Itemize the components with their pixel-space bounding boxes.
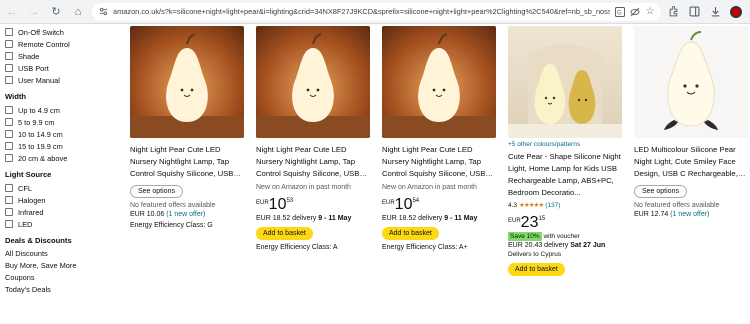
checkbox[interactable] (5, 76, 13, 84)
eye-off-icon[interactable] (630, 7, 640, 17)
energy-class[interactable]: Energy Efficiency Class: A+ (382, 244, 496, 251)
save-badge: Save 10% (508, 232, 542, 241)
width-heading: Width (5, 92, 27, 101)
product-image[interactable] (508, 26, 622, 138)
delivery-info: EUR 20.43 delivery Sat 27 Jun (508, 242, 606, 249)
filter-light-0[interactable]: CFL (5, 182, 122, 194)
product-card: Night Light Pear Cute LED Nursery Nightl… (130, 26, 244, 324)
sidepanel-icon[interactable] (688, 6, 700, 18)
filter-width-3[interactable]: 15 to 19.9 cm (5, 140, 122, 152)
other-colours-link[interactable]: +5 other colours/patterns (508, 141, 622, 148)
filter-light-3[interactable]: LED (5, 218, 122, 230)
delivery-info: EUR 18.52 delivery 9 - 11 May (256, 215, 352, 222)
reload-icon[interactable]: ↻ (48, 4, 64, 20)
browser-toolbar: ← → ↻ ⌂ amazon.co.uk/s?k=silicone+night+… (0, 0, 750, 24)
no-offers-text: No featured offers available (130, 202, 216, 209)
filter-feature-2[interactable]: Shade (5, 50, 122, 62)
filter-width-2[interactable]: 10 to 14.9 cm (5, 128, 122, 140)
checkbox[interactable] (5, 184, 13, 192)
product-title[interactable]: LED Multicolour Silicone Pear Night Ligh… (634, 144, 748, 180)
checkbox[interactable] (5, 64, 13, 72)
checkbox[interactable] (5, 106, 13, 114)
product-title[interactable]: Night Light Pear Cute LED Nursery Nightl… (382, 144, 496, 180)
delivers-to-text: Delivers to Cyprus (508, 251, 562, 258)
checkbox[interactable] (5, 118, 13, 126)
deal-link-3[interactable]: Today's Deals (5, 284, 122, 296)
new-offer-link[interactable]: (1 new offer) (670, 211, 709, 218)
address-bar[interactable]: amazon.co.uk/s?k=silicone+night+light+pe… (92, 2, 661, 21)
filter-feature-1[interactable]: Remote Control (5, 38, 122, 50)
profile-avatar[interactable] (730, 5, 742, 18)
checkbox[interactable] (5, 220, 13, 228)
product-image[interactable] (256, 26, 370, 138)
filter-width-1[interactable]: 5 to 9.9 cm (5, 116, 122, 128)
translate-icon[interactable]: G (615, 6, 625, 17)
energy-class[interactable]: Energy Efficiency Class: G (130, 222, 244, 229)
deal-link-0[interactable]: All Discounts (5, 248, 122, 260)
filter-light-2[interactable]: Infrared (5, 206, 122, 218)
price[interactable]: EUR 10 54 (382, 197, 496, 213)
product-image[interactable] (382, 26, 496, 138)
new-offer-link[interactable]: (1 new offer) (166, 211, 205, 218)
product-card: +5 other colours/patterns Cute Pear - Sh… (508, 26, 622, 324)
site-info-icon[interactable] (98, 7, 108, 17)
deal-link-1[interactable]: Buy More, Save More (5, 260, 122, 272)
light-source-heading: Light Source (5, 170, 52, 179)
energy-class[interactable]: Energy Efficiency Class: A (256, 244, 370, 251)
back-arrow-icon[interactable]: ← (4, 4, 20, 20)
filter-feature-0[interactable]: On-Off Switch (5, 26, 122, 38)
forward-arrow-icon[interactable]: → (26, 4, 42, 20)
no-offers-text: No featured offers available (634, 202, 720, 209)
download-icon[interactable] (709, 6, 721, 18)
product-image[interactable] (634, 26, 748, 138)
url-text: amazon.co.uk/s?k=silicone+night+light+pe… (113, 7, 610, 16)
checkbox[interactable] (5, 28, 13, 36)
see-options-button[interactable]: See options (634, 185, 687, 198)
price-line: EUR 12.74 (1 new offer) (634, 211, 710, 218)
checkbox[interactable] (5, 196, 13, 204)
add-to-basket-button[interactable]: Add to basket (382, 227, 439, 240)
product-image[interactable] (130, 26, 244, 138)
new-on-amazon-text: New on Amazon in past month (256, 184, 351, 191)
price[interactable]: EUR 23 15 (508, 215, 622, 231)
extensions-icon[interactable] (667, 6, 679, 18)
product-card: Night Light Pear Cute LED Nursery Nightl… (382, 26, 496, 324)
deals-heading: Deals & Discounts (5, 236, 72, 245)
checkbox[interactable] (5, 208, 13, 216)
filter-feature-4[interactable]: User Manual (5, 74, 122, 86)
svg-text:G: G (617, 9, 622, 16)
filter-feature-3[interactable]: USB Port (5, 62, 122, 74)
deal-link-2[interactable]: Coupons (5, 272, 122, 284)
product-title[interactable]: Night Light Pear Cute LED Nursery Nightl… (130, 144, 244, 180)
home-icon[interactable]: ⌂ (70, 4, 86, 20)
filter-sidebar: On-Off Switch Remote Control Shade USB P… (0, 24, 122, 324)
add-to-basket-button[interactable]: Add to basket (256, 227, 313, 240)
checkbox[interactable] (5, 154, 13, 162)
product-card: Night Light Pear Cute LED Nursery Nightl… (256, 26, 370, 324)
new-on-amazon-text: New on Amazon in past month (382, 184, 477, 191)
filter-light-1[interactable]: Halogen (5, 194, 122, 206)
product-card: LED Multicolour Silicone Pear Night Ligh… (634, 26, 748, 324)
product-title[interactable]: Cute Pear - Shape Silicone Night Light, … (508, 151, 622, 199)
checkbox[interactable] (5, 52, 13, 60)
filter-width-0[interactable]: Up to 4.9 cm (5, 104, 122, 116)
checkbox[interactable] (5, 40, 13, 48)
voucher-info[interactable]: Save 10% with voucher (508, 232, 622, 241)
product-title[interactable]: Night Light Pear Cute LED Nursery Nightl… (256, 144, 370, 180)
see-options-button[interactable]: See options (130, 185, 183, 198)
price[interactable]: EUR 10 53 (256, 197, 370, 213)
add-to-basket-button[interactable]: Add to basket (508, 263, 565, 276)
delivery-info: EUR 18.52 delivery 9 - 11 May (382, 215, 478, 222)
checkbox[interactable] (5, 130, 13, 138)
rating[interactable]: 4.3 ★★★★★ (137) (508, 201, 622, 210)
star-bookmark-icon[interactable]: ☆ (645, 6, 655, 17)
search-results: Night Light Pear Cute LED Nursery Nightl… (122, 24, 750, 324)
filter-width-4[interactable]: 20 cm & above (5, 152, 122, 164)
price-line: EUR 10.06 (1 new offer) (130, 211, 206, 218)
checkbox[interactable] (5, 142, 13, 150)
star-rating-icon: ★★★★★ (519, 202, 544, 209)
